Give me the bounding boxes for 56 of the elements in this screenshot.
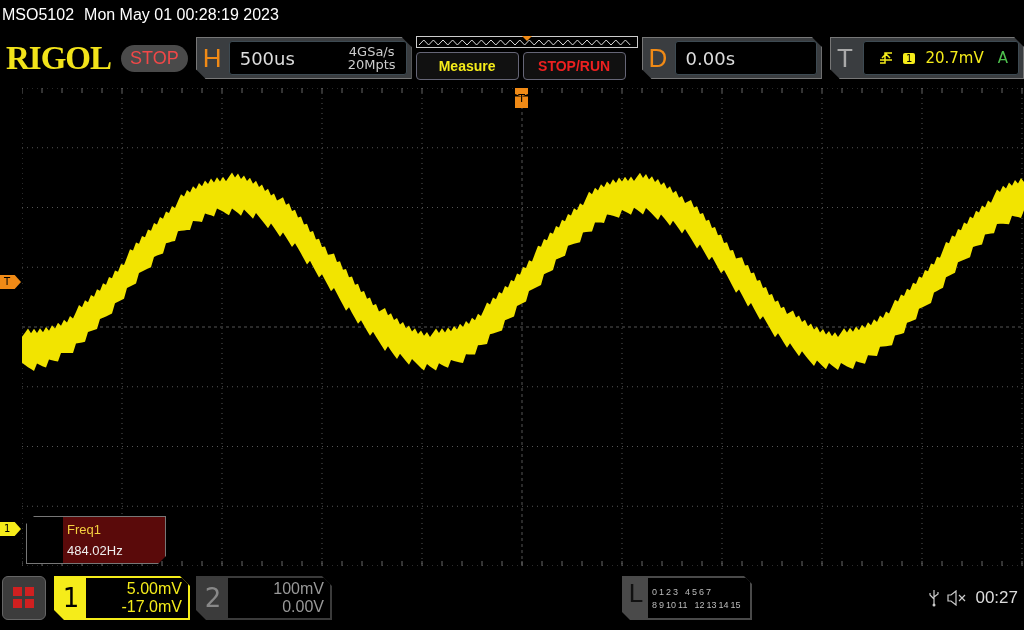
channel-scale: 5.00mV bbox=[126, 580, 182, 598]
channel-panel[interactable]: 1 5.00mV -17.0mV bbox=[54, 576, 190, 620]
horizontal-label: H bbox=[202, 42, 223, 74]
rising-edge-icon bbox=[879, 51, 894, 65]
logic-bit: 3 bbox=[673, 586, 679, 597]
channel-offset: -17.0mV bbox=[121, 598, 182, 616]
delay-panel[interactable]: D 0.00s bbox=[641, 37, 822, 79]
timebase-value: 500us bbox=[239, 47, 295, 69]
logic-bit: 13 bbox=[706, 599, 717, 610]
usb-icon bbox=[929, 589, 940, 607]
device-model: MSO5102 bbox=[2, 6, 75, 24]
memory-depth: 20Mpts bbox=[347, 58, 396, 71]
trigger-source: 1 bbox=[903, 52, 916, 64]
logic-bit: 6 bbox=[699, 586, 705, 597]
logic-panel[interactable]: L 0 1 2 3 4 5 6 7 8 9 10 11 12 13 14 15 bbox=[622, 576, 752, 620]
stop-run-button[interactable]: STOP/RUN bbox=[522, 52, 626, 80]
measurement-value: 484.02Hz bbox=[67, 543, 124, 558]
logic-bit: 11 bbox=[678, 599, 688, 610]
trigger-label: T bbox=[836, 42, 854, 74]
clock-time: 00:27 bbox=[975, 588, 1018, 608]
muted-speaker-icon bbox=[947, 590, 968, 606]
measure-button[interactable]: Measure bbox=[415, 52, 519, 80]
channel-panel[interactable]: 2 100mV 0.00V bbox=[196, 576, 332, 620]
logic-bit: 5 bbox=[692, 586, 698, 597]
logic-bit: 2 bbox=[666, 586, 672, 597]
logic-bit: 4 bbox=[685, 586, 691, 597]
logic-bit: 14 bbox=[718, 599, 729, 610]
logic-bit: 8 bbox=[652, 599, 657, 610]
sample-rate: 4GSa/s bbox=[347, 45, 396, 58]
logic-bit: 9 bbox=[659, 599, 665, 610]
logic-bit: 1 bbox=[659, 586, 665, 597]
trigger-level-marker[interactable]: T bbox=[0, 275, 21, 289]
trigger-position-marker[interactable]: T bbox=[515, 88, 528, 108]
channel-number: 2 bbox=[203, 582, 223, 615]
horizontal-panel[interactable]: H 500us 4GSa/s 20Mpts bbox=[195, 37, 412, 79]
measurement-name: Freq1 bbox=[67, 522, 102, 537]
grid-squares-icon bbox=[13, 587, 35, 609]
logic-bit: 12 bbox=[694, 599, 705, 610]
delay-value: 0.00s bbox=[685, 47, 736, 69]
logic-bit: 10 bbox=[666, 599, 677, 610]
brand-logo: RIGOL bbox=[6, 39, 112, 77]
channel-offset: 0.00V bbox=[282, 598, 324, 616]
menu-button[interactable] bbox=[2, 576, 46, 620]
logic-bit: 0 bbox=[652, 586, 657, 597]
logic-bit: 15 bbox=[730, 599, 741, 610]
delay-label: D bbox=[648, 42, 669, 74]
trigger-panel[interactable]: T 1 20.7mV A bbox=[829, 37, 1024, 79]
logic-label: L bbox=[627, 578, 645, 610]
logic-bit: 7 bbox=[706, 586, 712, 597]
date-time: Mon May 01 00:28:19 2023 bbox=[84, 6, 279, 24]
channel-scale: 100mV bbox=[273, 580, 324, 598]
channel-number: 1 bbox=[61, 582, 81, 615]
trigger-mode: A bbox=[997, 49, 1008, 67]
channel-marker[interactable]: 1 bbox=[0, 522, 21, 536]
trigger-level: 20.7mV bbox=[925, 49, 984, 67]
run-status: STOP bbox=[121, 44, 188, 72]
